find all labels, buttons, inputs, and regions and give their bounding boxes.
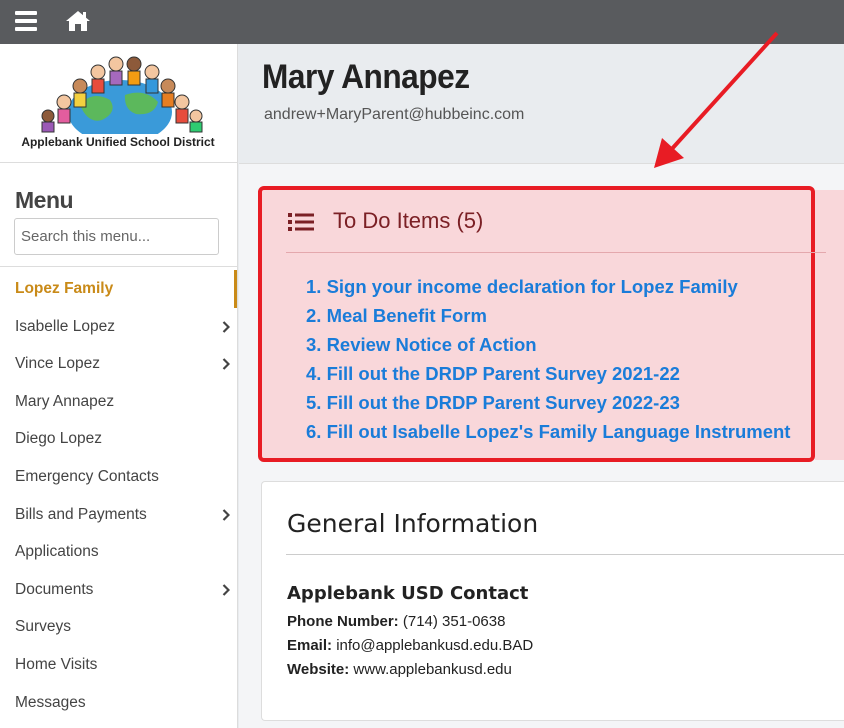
sidebar-item-label: Documents	[15, 580, 94, 598]
chevron-right-icon	[222, 508, 230, 521]
sidebar-item-messages[interactable]: Messages	[0, 684, 237, 722]
sidebar-item-vince-lopez[interactable]: Vince Lopez	[0, 345, 237, 383]
menu-search-input[interactable]	[14, 218, 219, 255]
website-label: Website:	[287, 661, 350, 678]
todo-item-link[interactable]: 1. Sign your income declaration for Lope…	[306, 276, 790, 305]
website-row: Website: www.applebankusd.edu	[287, 661, 512, 678]
home-icon[interactable]	[64, 9, 92, 33]
sidebar-item-label: Surveys	[15, 618, 71, 636]
page-title: Mary Annapez	[262, 58, 470, 96]
sidebar-item-label: Diego Lopez	[15, 430, 103, 448]
sidebar-item-label: Bills and Payments	[15, 505, 147, 523]
sidebar-item-mary-annapez[interactable]: Mary Annapez	[0, 383, 237, 421]
sidebar-item-lopez-family[interactable]: Lopez Family	[0, 270, 237, 308]
sidebar-item-surveys[interactable]: Surveys	[0, 608, 237, 646]
sidebar-item-label: Vince Lopez	[15, 355, 101, 373]
sidebar: Applebank Unified School District Menu L…	[0, 44, 238, 728]
sidebar-item-isabelle-lopez[interactable]: Isabelle Lopez	[0, 308, 237, 346]
todo-item-link[interactable]: 6. Fill out Isabelle Lopez's Family Lang…	[306, 421, 790, 450]
user-email: andrew+MaryParent@hubbeinc.com	[264, 106, 525, 123]
sidebar-item-documents[interactable]: Documents	[0, 571, 237, 609]
todo-divider	[286, 252, 826, 253]
phone-row: Phone Number: (714) 351-0638	[287, 613, 505, 630]
website-value: www.applebankusd.edu	[353, 661, 512, 678]
menu-divider	[0, 266, 237, 267]
sidebar-item-emergency-contacts[interactable]: Emergency Contacts	[0, 458, 237, 496]
todo-item-link[interactable]: 5. Fill out the DRDP Parent Survey 2022-…	[306, 392, 790, 421]
sidebar-item-bills-and-payments[interactable]: Bills and Payments	[0, 496, 237, 534]
phone-value: (714) 351-0638	[402, 613, 506, 630]
sidebar-item-diego-lopez[interactable]: Diego Lopez	[0, 420, 237, 458]
todo-list: 1. Sign your income declaration for Lope…	[306, 276, 790, 450]
phone-label: Phone Number:	[287, 613, 399, 630]
general-info-card: General Information Applebank USD Contac…	[261, 481, 844, 721]
email-row: Email: info@applebankusd.edu.BAD	[287, 637, 533, 654]
sidebar-item-label: Lopez Family	[15, 280, 114, 297]
sidebar-item-label: Messages	[15, 693, 86, 711]
chevron-right-icon	[222, 358, 230, 370]
sidebar-item-label: Home Visits	[15, 655, 98, 673]
district-logo-image	[41, 56, 203, 134]
todo-item-link[interactable]: 2. Meal Benefit Form	[306, 305, 790, 334]
list-icon	[288, 213, 314, 231]
todo-item-link[interactable]: 4. Fill out the DRDP Parent Survey 2021-…	[306, 363, 790, 392]
contact-title: Applebank USD Contact	[287, 583, 529, 604]
hamburger-icon[interactable]	[15, 11, 37, 31]
chevron-right-icon	[222, 320, 230, 333]
chevron-right-icon	[222, 583, 230, 596]
todo-title: To Do Items (5)	[333, 208, 484, 233]
menu-list: Lopez Family Isabelle Lopez Vince Lopez …	[0, 270, 237, 721]
todo-panel-background	[815, 190, 844, 460]
district-logo-text: Applebank Unified School District	[21, 135, 215, 149]
general-info-title: General Information	[287, 509, 539, 538]
district-logo[interactable]: Applebank Unified School District	[0, 44, 237, 163]
email-value: info@applebankusd.edu.BAD	[336, 637, 534, 654]
sidebar-item-label: Isabelle Lopez	[15, 317, 115, 335]
sidebar-item-label: Emergency Contacts	[15, 467, 159, 485]
sidebar-item-label: Applications	[15, 543, 99, 561]
sidebar-item-applications[interactable]: Applications	[0, 533, 237, 571]
annotation-arrow	[654, 31, 779, 168]
sidebar-item-label: Mary Annapez	[15, 392, 115, 410]
todo-item-link[interactable]: 3. Review Notice of Action	[306, 334, 790, 363]
menu-title: Menu	[15, 187, 74, 213]
todo-panel: To Do Items (5) 1. Sign your income decl…	[258, 186, 826, 462]
general-info-divider	[286, 554, 844, 555]
email-label: Email:	[287, 637, 333, 654]
sidebar-item-home-visits[interactable]: Home Visits	[0, 646, 237, 684]
